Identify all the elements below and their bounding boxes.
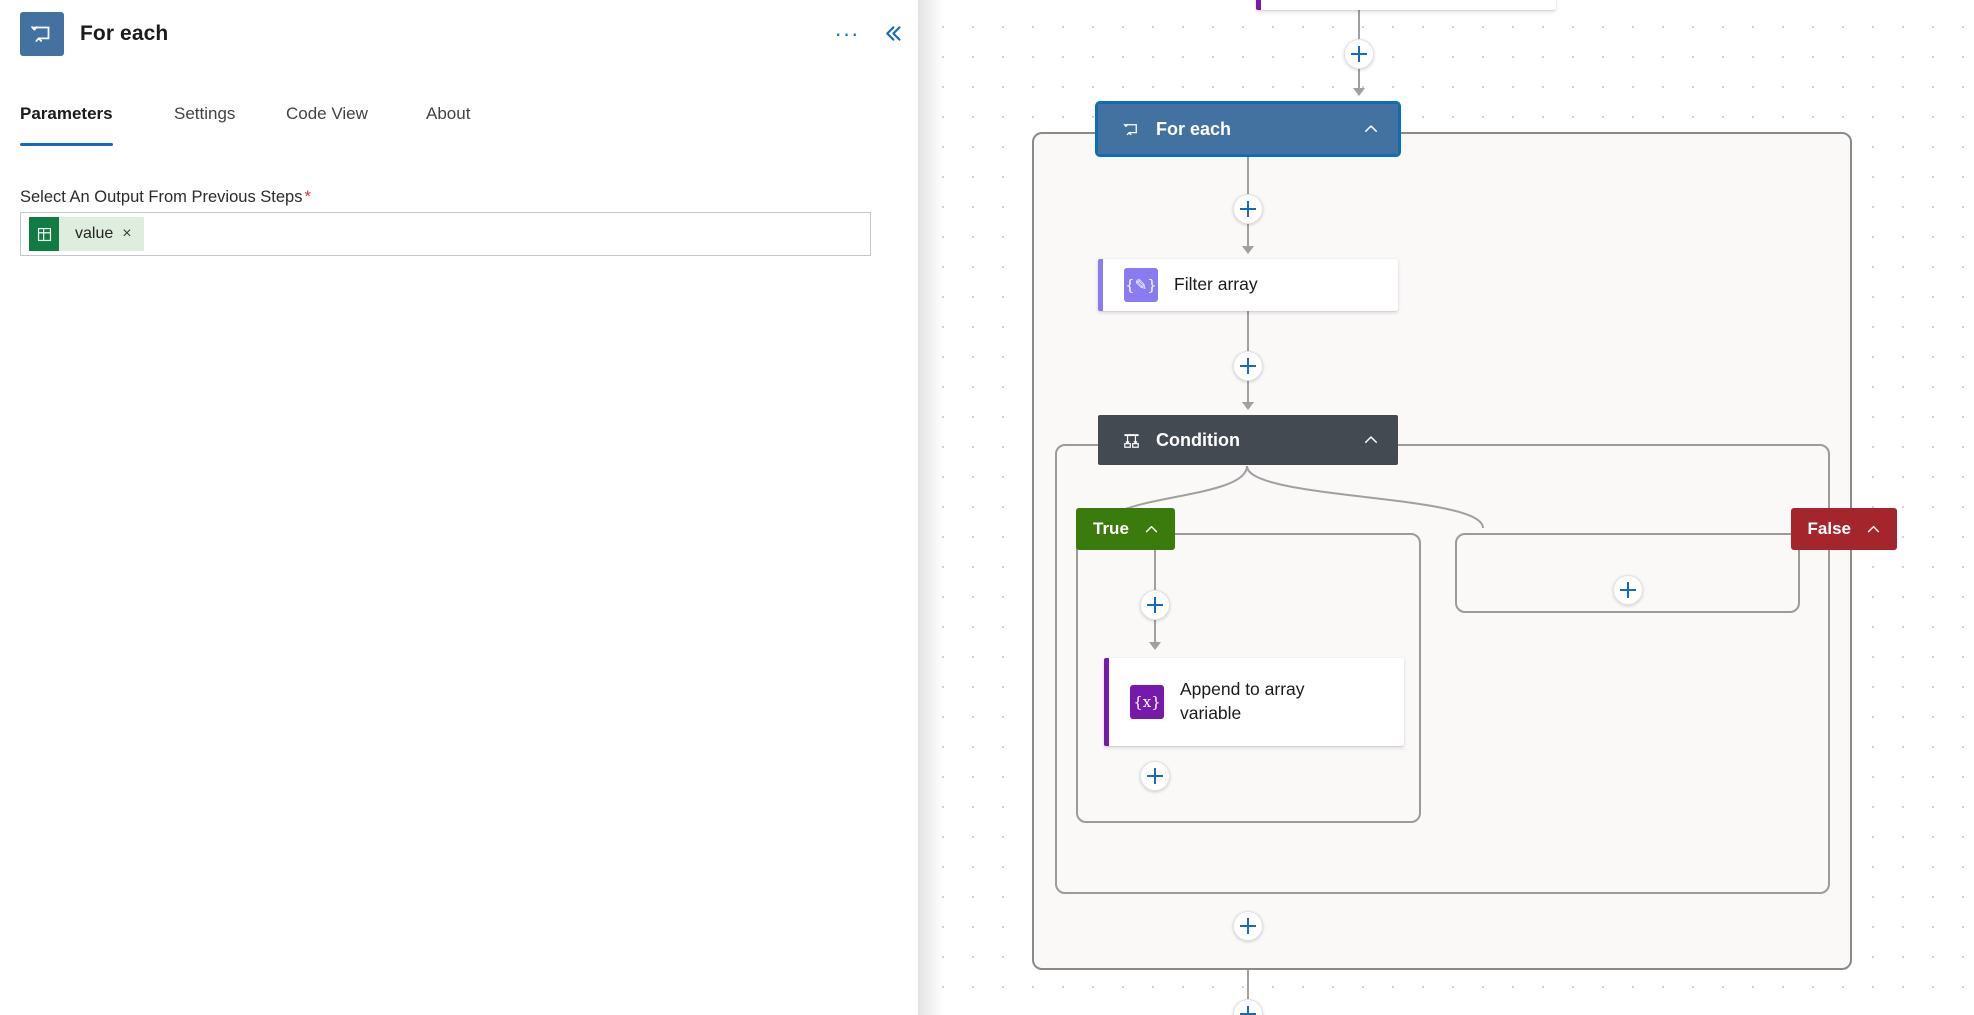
select-output-input[interactable]: value × xyxy=(20,212,871,256)
close-icon[interactable]: × xyxy=(122,226,143,242)
variable-glyph: {x} xyxy=(1133,693,1161,711)
data-operation-icon: {✎} xyxy=(1124,268,1158,302)
node-for-each-label: For each xyxy=(1156,118,1232,139)
for-each-loop-icon xyxy=(1120,118,1142,140)
card-accent xyxy=(1098,259,1103,311)
edge-segment xyxy=(1247,154,1249,194)
tab-about-label: About xyxy=(426,104,471,123)
edge-segment xyxy=(1154,550,1156,590)
add-step-true-branch-bottom[interactable] xyxy=(1140,761,1170,791)
excel-table-icon xyxy=(29,217,59,251)
chevron-up-icon xyxy=(1362,431,1380,449)
double-chevron-left-icon[interactable] xyxy=(876,17,908,49)
edge-segment xyxy=(1358,10,1360,40)
add-step-before-filter[interactable] xyxy=(1233,194,1263,224)
node-append-label: Append to array variable xyxy=(1180,679,1305,723)
panel-tabs: Parameters Settings Code View About xyxy=(0,100,918,146)
parameter-label-text: Select An Output From Previous Steps xyxy=(20,188,303,206)
add-step-true-branch-top[interactable] xyxy=(1140,590,1170,620)
tab-settings[interactable]: Settings xyxy=(174,100,235,142)
edge-segment xyxy=(1247,311,1249,351)
page-title: For each xyxy=(80,22,169,45)
tab-about[interactable]: About xyxy=(426,100,470,142)
parameter-label: Select An Output From Previous Steps * xyxy=(20,188,311,207)
edge-arrowhead xyxy=(1242,246,1254,254)
action-details-panel: For each ··· Parameters Settings Code Vi… xyxy=(0,0,918,1015)
partial-card-above[interactable] xyxy=(1256,0,1556,10)
edge-arrowhead xyxy=(1242,402,1254,410)
node-append-to-array-variable[interactable]: {x} Append to array variable xyxy=(1104,658,1404,746)
chevron-up-icon xyxy=(1865,521,1882,538)
add-step-above-foreach[interactable] xyxy=(1344,39,1374,69)
token-label: value xyxy=(75,225,114,242)
card-accent xyxy=(1256,0,1261,10)
add-step-after-foreach[interactable] xyxy=(1233,999,1263,1015)
node-filter-array[interactable]: {✎} Filter array xyxy=(1098,259,1398,311)
chevron-up-icon xyxy=(1362,120,1380,138)
node-condition[interactable]: Condition xyxy=(1098,415,1398,465)
edge-arrowhead xyxy=(1353,88,1365,96)
required-marker: * xyxy=(304,188,311,206)
card-accent xyxy=(1104,658,1109,746)
tab-parameters[interactable]: Parameters xyxy=(20,100,113,146)
add-step-false-branch[interactable] xyxy=(1613,575,1643,605)
node-for-each[interactable]: For each xyxy=(1095,101,1401,157)
tab-settings-label: Settings xyxy=(174,104,236,123)
node-condition-label: Condition xyxy=(1156,429,1240,450)
tab-parameters-label: Parameters xyxy=(20,104,113,123)
add-step-before-condition[interactable] xyxy=(1233,351,1263,381)
panel-edge-shadow xyxy=(918,0,944,1015)
for-each-loop-icon xyxy=(20,12,64,56)
edge-arrowhead xyxy=(1149,642,1161,650)
panel-header: For each ··· xyxy=(0,0,918,68)
branch-true-label: True xyxy=(1093,519,1129,538)
add-step-after-condition[interactable] xyxy=(1233,911,1263,941)
branch-false-label: False xyxy=(1807,519,1851,538)
node-filter-array-label: Filter array xyxy=(1174,274,1258,295)
tab-code-view[interactable]: Code View xyxy=(286,100,368,142)
ellipsis-icon[interactable]: ··· xyxy=(830,18,864,50)
branch-true[interactable]: True xyxy=(1076,508,1175,550)
workflow-canvas[interactable]: For each {✎} Filter array Condition True… xyxy=(918,0,1974,1015)
branch-false[interactable]: False xyxy=(1790,508,1897,550)
tab-code-view-label: Code View xyxy=(286,104,368,123)
token-value[interactable]: value × xyxy=(29,217,144,251)
edge-segment xyxy=(1247,970,1249,1000)
condition-branch-icon xyxy=(1120,429,1142,451)
tab-active-indicator xyxy=(20,143,113,146)
variable-icon: {x} xyxy=(1130,685,1164,719)
chevron-up-icon xyxy=(1143,521,1160,538)
